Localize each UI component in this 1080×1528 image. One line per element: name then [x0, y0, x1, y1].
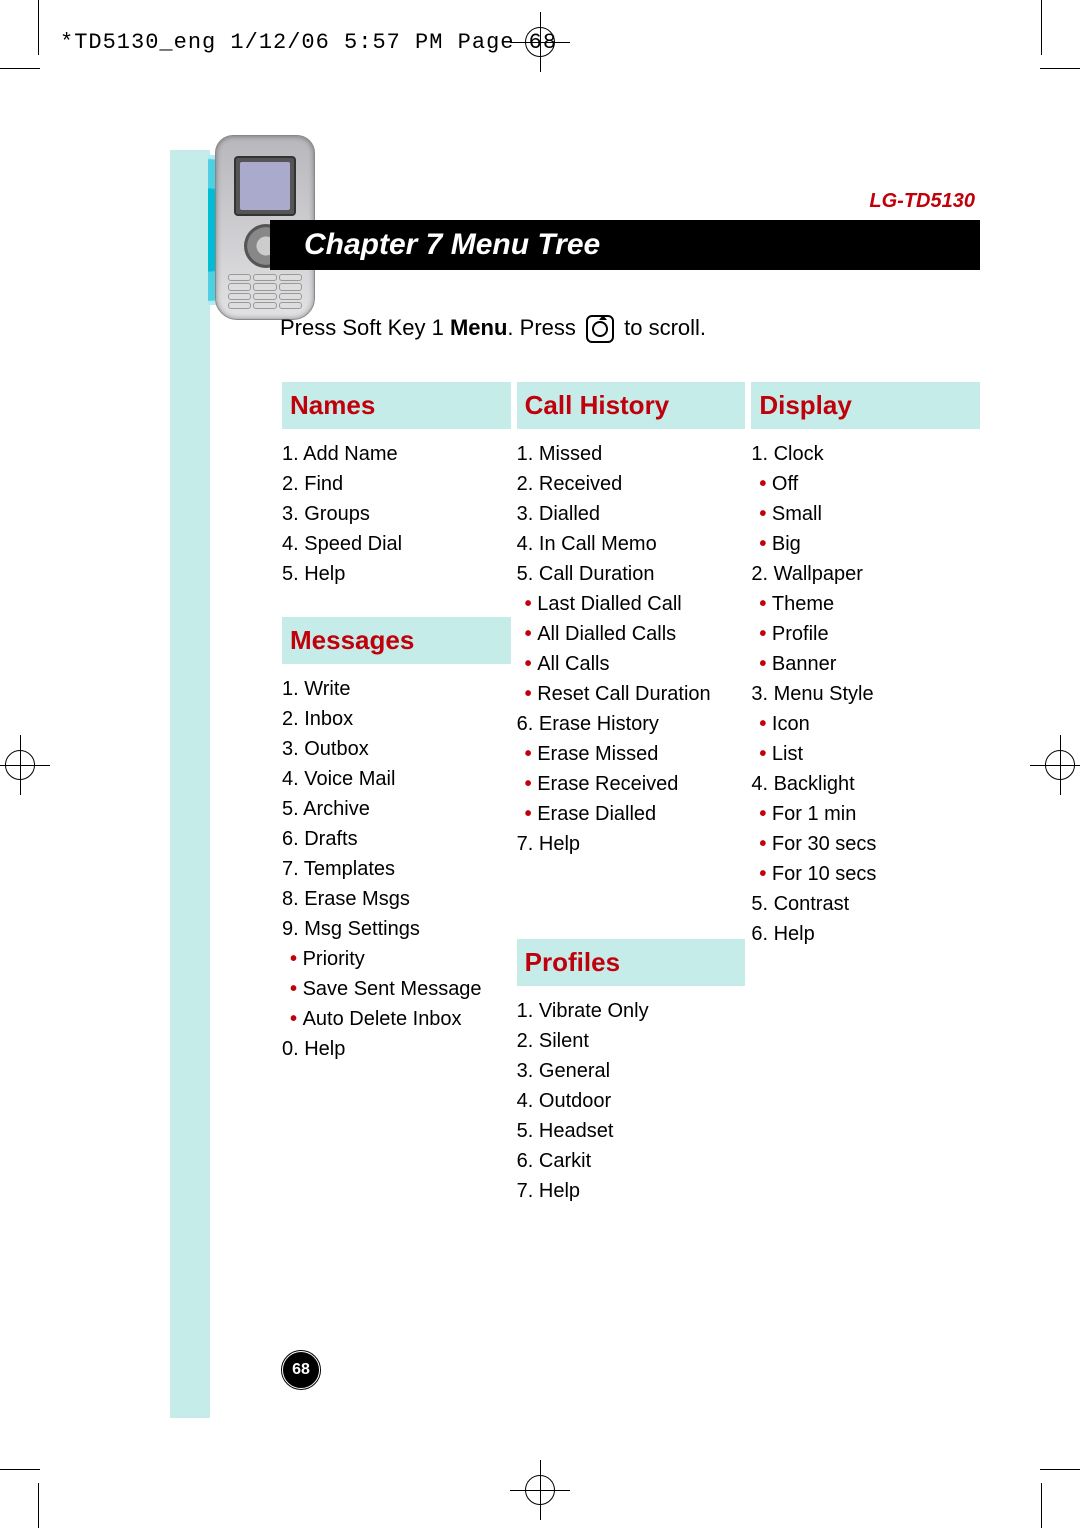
- column-right: Display 1. ClockOffSmallBig2. WallpaperTh…: [751, 378, 980, 1234]
- menu-item: 2. Received: [517, 469, 746, 499]
- submenu-item: List: [759, 739, 980, 769]
- section-heading: Names: [282, 382, 511, 429]
- menu-item: 1. Add Name: [282, 439, 511, 469]
- model-label: LG-TD5130: [869, 190, 975, 213]
- submenu: Erase MissedErase ReceivedErase Dialled: [517, 739, 746, 829]
- submenu-item: Banner: [759, 649, 980, 679]
- submenu: For 1 minFor 30 secsFor 10 secs: [751, 799, 980, 889]
- menu-item: 1. Vibrate Only: [517, 996, 746, 1026]
- submenu-item: Small: [759, 499, 980, 529]
- submenu: PrioritySave Sent MessageAuto Delete Inb…: [282, 944, 511, 1034]
- submenu-item: All Calls: [525, 649, 746, 679]
- crop-mark: [1040, 68, 1080, 69]
- crop-mark: [0, 68, 40, 69]
- submenu-item: Icon: [759, 709, 980, 739]
- instruction-text: . Press: [507, 315, 582, 340]
- submenu-item: Reset Call Duration: [525, 679, 746, 709]
- section-heading: Messages: [282, 617, 511, 664]
- menu-section: Display 1. ClockOffSmallBig2. WallpaperTh…: [751, 382, 980, 949]
- menu-columns: Names 1. Add Name2. Find3. Groups4. Speed…: [282, 378, 980, 1234]
- section-heading: Call History: [517, 382, 746, 429]
- submenu-item: For 1 min: [759, 799, 980, 829]
- submenu: Last Dialled CallAll Dialled CallsAll Ca…: [517, 589, 746, 709]
- menu-item: 4. Backlight: [751, 769, 980, 799]
- menu-item: 8. Erase Msgs: [282, 884, 511, 914]
- submenu-item: Auto Delete Inbox: [290, 1004, 511, 1034]
- crop-mark: [38, 1483, 39, 1528]
- menu-item: 7. Help: [517, 829, 746, 859]
- menu-item: 2. Find: [282, 469, 511, 499]
- sidebar-accent: [170, 150, 210, 1418]
- crop-mark: [1041, 1483, 1042, 1528]
- submenu-item: All Dialled Calls: [525, 619, 746, 649]
- menu-item: 5. Help: [282, 559, 511, 589]
- crop-mark: [0, 1469, 40, 1470]
- instruction-line: Press Soft Key 1 Menu. Press to scroll.: [280, 315, 706, 343]
- crop-mark: [1040, 1469, 1080, 1470]
- menu-section: Call History 1. Missed2. Received3. Diall…: [517, 382, 746, 859]
- crop-mark: [1041, 0, 1042, 55]
- submenu-item: Priority: [290, 944, 511, 974]
- submenu-item: Erase Dialled: [525, 799, 746, 829]
- menu-section: Messages 1. Write2. Inbox3. Outbox4. Voic…: [282, 617, 511, 1064]
- print-header: *TD5130_eng 1/12/06 5:57 PM Page 68: [60, 30, 557, 55]
- chapter-title: Chapter 7 Menu Tree: [270, 220, 980, 270]
- menu-item: 1. Clock: [751, 439, 980, 469]
- instruction-text: Press Soft Key 1: [280, 315, 450, 340]
- menu-item: 6. Help: [751, 919, 980, 949]
- menu-item: 4. Outdoor: [517, 1086, 746, 1116]
- menu-item: 1. Write: [282, 674, 511, 704]
- column-middle: Call History 1. Missed2. Received3. Diall…: [517, 378, 746, 1234]
- menu-item: 2. Wallpaper: [751, 559, 980, 589]
- menu-item: 9. Msg Settings: [282, 914, 511, 944]
- menu-item: 5. Headset: [517, 1116, 746, 1146]
- menu-item: 7. Templates: [282, 854, 511, 884]
- menu-item: 3. Menu Style: [751, 679, 980, 709]
- submenu-item: Erase Missed: [525, 739, 746, 769]
- page-number-badge: 68: [283, 1352, 319, 1388]
- submenu-item: Theme: [759, 589, 980, 619]
- submenu-item: Profile: [759, 619, 980, 649]
- submenu-item: Big: [759, 529, 980, 559]
- instruction-text: to scroll.: [618, 315, 706, 340]
- menu-item: 2. Silent: [517, 1026, 746, 1056]
- menu-item: 6. Carkit: [517, 1146, 746, 1176]
- menu-item: 6. Erase History: [517, 709, 746, 739]
- submenu-item: For 30 secs: [759, 829, 980, 859]
- menu-item: 7. Help: [517, 1176, 746, 1206]
- submenu-item: Off: [759, 469, 980, 499]
- page-content: LG-TD5130 Chapter 7 Menu Tree Press Soft…: [40, 70, 1040, 1478]
- crop-mark: [38, 0, 39, 55]
- menu-section: Profiles 1. Vibrate Only2. Silent3. Gener…: [517, 939, 746, 1206]
- menu-item: 1. Missed: [517, 439, 746, 469]
- submenu-item: For 10 secs: [759, 859, 980, 889]
- submenu: IconList: [751, 709, 980, 769]
- menu-item: 0. Help: [282, 1034, 511, 1064]
- menu-section: Names 1. Add Name2. Find3. Groups4. Speed…: [282, 382, 511, 589]
- menu-item: 3. Outbox: [282, 734, 511, 764]
- menu-item: 5. Archive: [282, 794, 511, 824]
- menu-item: 4. In Call Memo: [517, 529, 746, 559]
- menu-item: 5. Contrast: [751, 889, 980, 919]
- navigation-key-icon: [586, 315, 614, 343]
- submenu: OffSmallBig: [751, 469, 980, 559]
- column-left: Names 1. Add Name2. Find3. Groups4. Speed…: [282, 378, 511, 1234]
- section-heading: Display: [751, 382, 980, 429]
- instruction-bold: Menu: [450, 315, 507, 340]
- menu-item: 3. Groups: [282, 499, 511, 529]
- menu-item: 3. Dialled: [517, 499, 746, 529]
- submenu-item: Erase Received: [525, 769, 746, 799]
- menu-item: 3. General: [517, 1056, 746, 1086]
- menu-item: 6. Drafts: [282, 824, 511, 854]
- menu-item: 4. Voice Mail: [282, 764, 511, 794]
- menu-item: 5. Call Duration: [517, 559, 746, 589]
- submenu-item: Save Sent Message: [290, 974, 511, 1004]
- submenu: ThemeProfileBanner: [751, 589, 980, 679]
- menu-item: 2. Inbox: [282, 704, 511, 734]
- menu-item: 4. Speed Dial: [282, 529, 511, 559]
- submenu-item: Last Dialled Call: [525, 589, 746, 619]
- section-heading: Profiles: [517, 939, 746, 986]
